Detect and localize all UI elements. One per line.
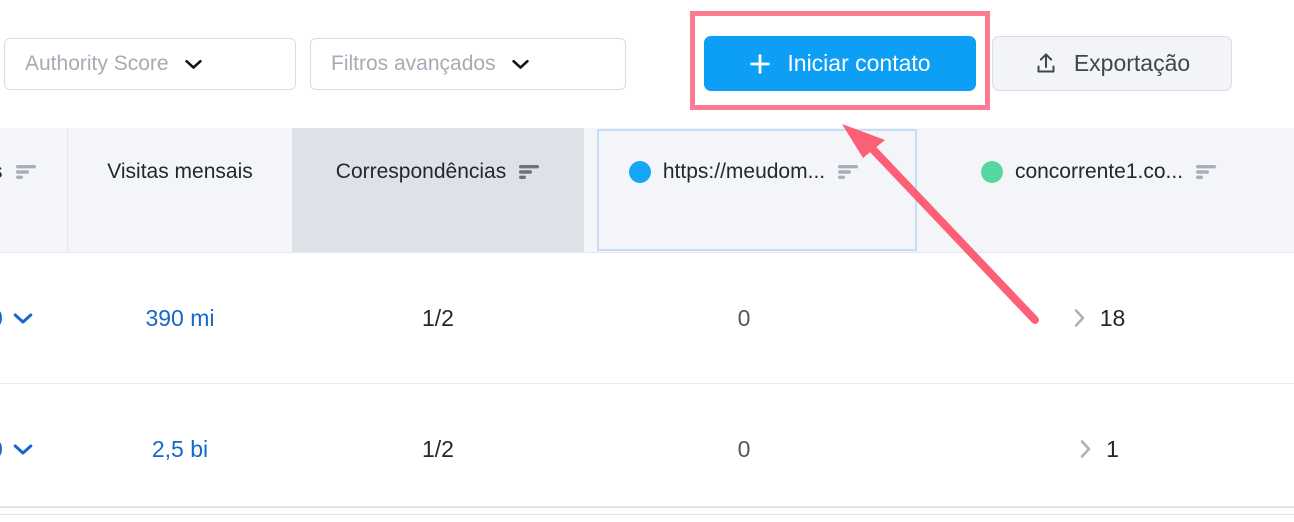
- column-header-correspondences-label: Correspondências: [335, 160, 507, 183]
- table-header-row: s Visitas mensais Correspondências: [0, 128, 1294, 253]
- cell-my-domain: 0: [584, 253, 904, 383]
- cell-competitor-1-value: 18: [1099, 304, 1126, 331]
- sort-icon: [15, 165, 36, 179]
- column-header-correspondences[interactable]: Correspondências: [292, 128, 584, 252]
- column-header-competitor-1-label: concorrente1.co...: [1014, 160, 1184, 183]
- cell-authority-score[interactable]: 0: [0, 253, 68, 383]
- cell-correspondences: 1/2: [292, 384, 584, 514]
- sort-icon: [838, 165, 859, 179]
- filter-authority-score-label: Authority Score: [25, 52, 169, 75]
- highlight-annotation-box: [690, 11, 990, 110]
- column-header-my-domain[interactable]: https://meudom...: [584, 128, 904, 252]
- cell-correspondences-value: 1/2: [422, 304, 454, 331]
- cell-monthly-visits[interactable]: 2,5 bi: [68, 384, 292, 514]
- chevron-down-icon[interactable]: [13, 443, 33, 456]
- filter-authority-score[interactable]: Authority Score: [4, 38, 296, 90]
- cell-monthly-visits-value: 390 mi: [145, 304, 215, 331]
- chevron-right-icon: [1074, 309, 1085, 327]
- competitor-color-dot-icon: [980, 161, 1003, 183]
- column-header-monthly-visits[interactable]: Visitas mensais: [68, 128, 292, 252]
- sort-icon: [1196, 165, 1217, 179]
- sort-icon: [519, 165, 540, 179]
- export-icon: [1037, 52, 1055, 72]
- table-row[interactable]: 0 390 mi 1/2 0 18: [0, 253, 1294, 384]
- column-header-authority-score-label: s: [0, 160, 3, 184]
- cell-authority-score-value: 0: [0, 305, 3, 332]
- chevron-down-icon: [511, 59, 529, 69]
- cell-correspondences: 1/2: [292, 253, 584, 383]
- table-bottom-divider: [0, 506, 1294, 508]
- cell-competitor-1-value: 1: [1106, 435, 1119, 462]
- cell-my-domain: 0: [584, 384, 904, 514]
- cell-authority-score[interactable]: 0: [0, 384, 68, 514]
- cell-my-domain-value: 0: [737, 435, 751, 462]
- chevron-down-icon: [184, 59, 202, 69]
- cell-correspondences-value: 1/2: [422, 435, 454, 462]
- cell-authority-score-value: 0: [0, 436, 3, 463]
- cell-competitor-1[interactable]: 1: [904, 384, 1294, 514]
- chevron-right-icon: [1080, 440, 1091, 458]
- column-header-my-domain-label: https://meudom...: [662, 160, 826, 183]
- cell-competitor-1[interactable]: 18: [904, 253, 1294, 383]
- domain-color-dot-icon: [628, 161, 651, 183]
- column-header-authority-score[interactable]: s: [0, 128, 68, 252]
- table-row[interactable]: 0 2,5 bi 1/2 0 1: [0, 384, 1294, 515]
- cell-my-domain-value: 0: [737, 304, 751, 331]
- column-header-monthly-visits-label: Visitas mensais: [107, 160, 253, 183]
- filter-advanced[interactable]: Filtros avançados: [310, 38, 626, 90]
- cell-monthly-visits[interactable]: 390 mi: [68, 253, 292, 383]
- results-table: s Visitas mensais Correspondências: [0, 128, 1294, 515]
- column-header-competitor-1[interactable]: concorrente1.co...: [904, 128, 1294, 252]
- filter-advanced-label: Filtros avançados: [331, 52, 496, 75]
- toolbar: Authority Score Filtros avançados Inicia…: [0, 0, 1294, 128]
- cell-monthly-visits-value: 2,5 bi: [151, 435, 209, 462]
- export-button[interactable]: Exportação: [992, 36, 1232, 91]
- export-button-label: Exportação: [1073, 50, 1191, 76]
- chevron-down-icon[interactable]: [13, 312, 33, 325]
